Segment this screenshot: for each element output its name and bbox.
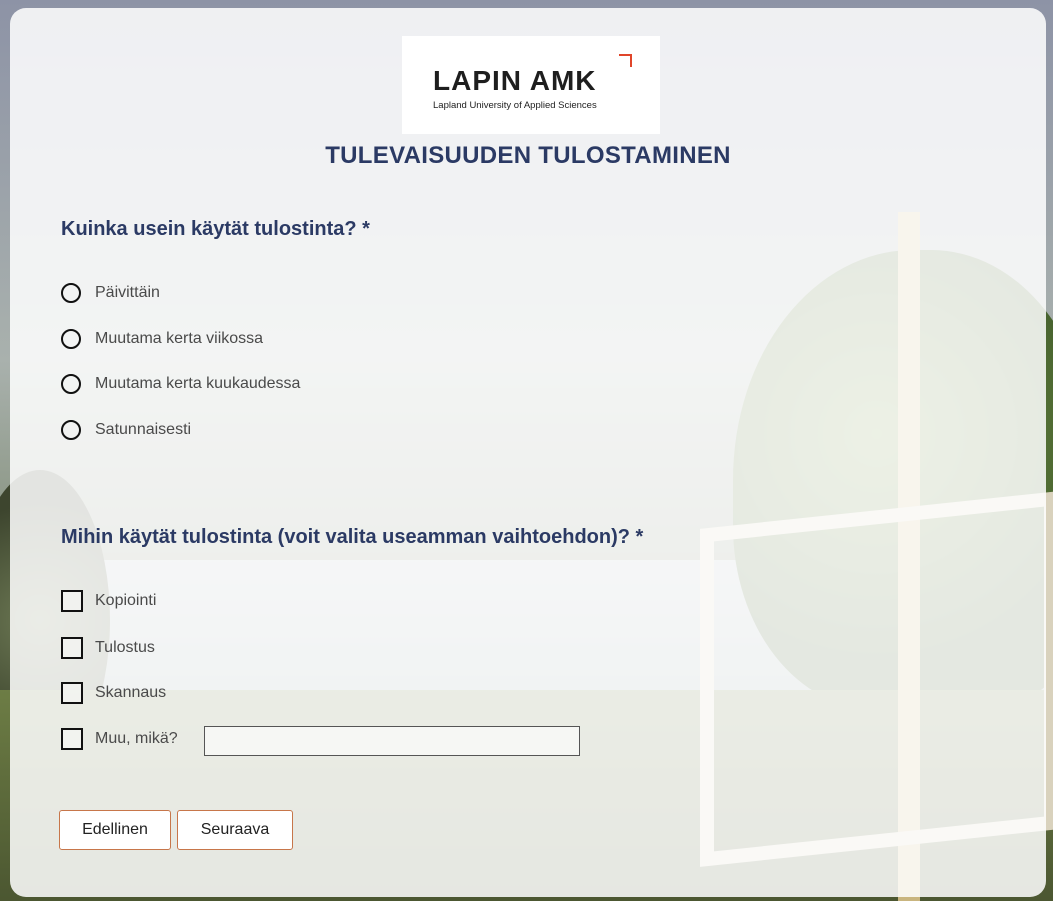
radio-label: Päivittäin — [95, 284, 160, 301]
radio-option-paivittain[interactable]: Päivittäin — [61, 280, 160, 306]
logo-name: LAPIN AMK — [433, 65, 597, 96]
radio-label: Muutama kerta kuukaudessa — [95, 375, 301, 392]
radio-button[interactable] — [61, 420, 81, 440]
checkbox-option-kopiointi[interactable]: Kopiointi — [61, 588, 156, 614]
radio-option-viikossa[interactable]: Muutama kerta viikossa — [61, 326, 263, 352]
checkbox-label: Tulostus — [95, 639, 155, 656]
checkbox-label: Muu, mikä? — [95, 730, 178, 747]
radio-button[interactable] — [61, 329, 81, 349]
other-text-input[interactable] — [204, 726, 580, 756]
checkbox[interactable] — [61, 682, 83, 704]
checkbox-label: Kopiointi — [95, 592, 157, 609]
radio-label: Satunnaisesti — [95, 421, 192, 438]
question-usage: Mihin käytät tulostinta (voit valita use… — [61, 526, 644, 548]
previous-button[interactable]: Edellinen — [59, 810, 171, 850]
checkbox[interactable] — [61, 637, 83, 659]
checkbox[interactable] — [61, 590, 83, 612]
checkbox[interactable] — [61, 728, 83, 750]
logo: LAPIN AMK Lapland University of Applied … — [402, 36, 660, 134]
radio-button[interactable] — [61, 283, 81, 303]
radio-option-kuukaudessa[interactable]: Muutama kerta kuukaudessa — [61, 371, 300, 397]
question-frequency: Kuinka usein käytät tulostinta? * — [61, 218, 370, 240]
checkbox-option-tulostus[interactable]: Tulostus — [61, 635, 155, 661]
checkbox-label: Skannaus — [95, 684, 167, 701]
logo-corner-mark — [619, 54, 632, 67]
checkbox-option-muu[interactable]: Muu, mikä? — [61, 726, 178, 752]
radio-label: Muutama kerta viikossa — [95, 330, 264, 347]
radio-button[interactable] — [61, 374, 81, 394]
radio-option-satunnaisesti[interactable]: Satunnaisesti — [61, 417, 191, 443]
next-button[interactable]: Seuraava — [177, 810, 293, 850]
logo-subtitle: Lapland University of Applied Sciences — [433, 100, 597, 111]
checkbox-option-skannaus[interactable]: Skannaus — [61, 680, 166, 706]
page-title: TULEVAISUUDEN TULOSTAMINEN — [325, 142, 731, 169]
survey-card: LAPIN AMK Lapland University of Applied … — [10, 8, 1046, 897]
